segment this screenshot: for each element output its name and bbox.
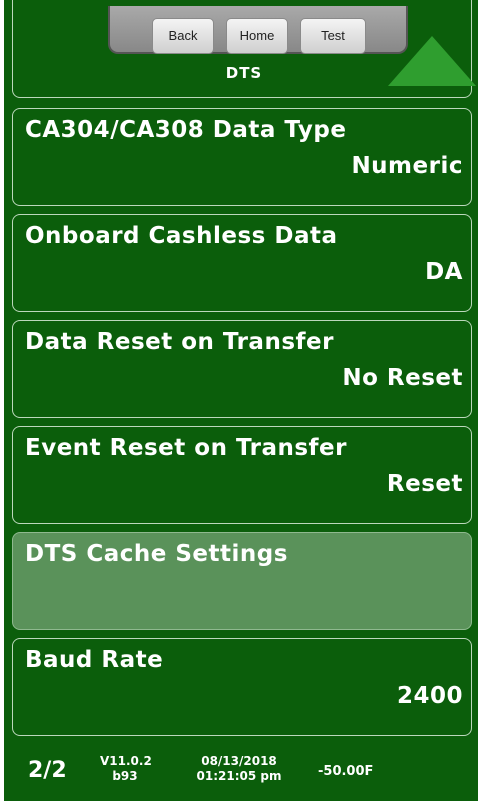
item-value: 2400: [396, 683, 463, 709]
item-value: DA: [425, 259, 463, 285]
back-button[interactable]: Back: [152, 18, 214, 54]
temperature-readout: -50.00F: [318, 764, 374, 779]
list-item-baud-rate[interactable]: Baud Rate 2400: [12, 638, 472, 736]
list-item-event-reset-on-transfer[interactable]: Event Reset on Transfer Reset: [12, 426, 472, 524]
item-label: Data Reset on Transfer: [25, 329, 334, 355]
list-item-dts-cache-settings[interactable]: DTS Cache Settings: [12, 532, 472, 630]
item-label: Event Reset on Transfer: [25, 435, 347, 461]
item-label: DTS Cache Settings: [25, 541, 288, 567]
list-item-onboard-cashless-data[interactable]: Onboard Cashless Data DA: [12, 214, 472, 312]
status-bar: 2/2 V11.0.2 b93 08/13/2018 01:21:05 pm -…: [4, 742, 478, 801]
scroll-up-arrow-icon[interactable]: [388, 36, 476, 86]
screen: Back Home Test DTS CA304/CA308 Data Type…: [4, 0, 478, 801]
version-info: V11.0.2 b93: [100, 754, 152, 784]
date-time: 08/13/2018 01:21:05 pm: [184, 754, 294, 784]
list-item-ca304-data-type[interactable]: CA304/CA308 Data Type Numeric: [12, 108, 472, 206]
version-number: V11.0.2: [100, 754, 152, 768]
item-value: Reset: [386, 471, 463, 497]
home-button[interactable]: Home: [226, 18, 288, 54]
build-number: b93: [112, 769, 138, 783]
item-label: Baud Rate: [25, 647, 164, 673]
date-text: 08/13/2018: [201, 754, 277, 768]
list-item-data-reset-on-transfer[interactable]: Data Reset on Transfer No Reset: [12, 320, 472, 418]
item-label: Onboard Cashless Data: [25, 223, 338, 249]
item-value: Numeric: [351, 153, 463, 179]
test-button[interactable]: Test: [300, 18, 366, 54]
time-text: 01:21:05 pm: [196, 769, 282, 783]
item-value: No Reset: [342, 365, 463, 391]
page-indicator: 2/2: [28, 758, 67, 783]
item-label: CA304/CA308 Data Type: [25, 117, 347, 143]
page-title: DTS: [225, 64, 263, 82]
